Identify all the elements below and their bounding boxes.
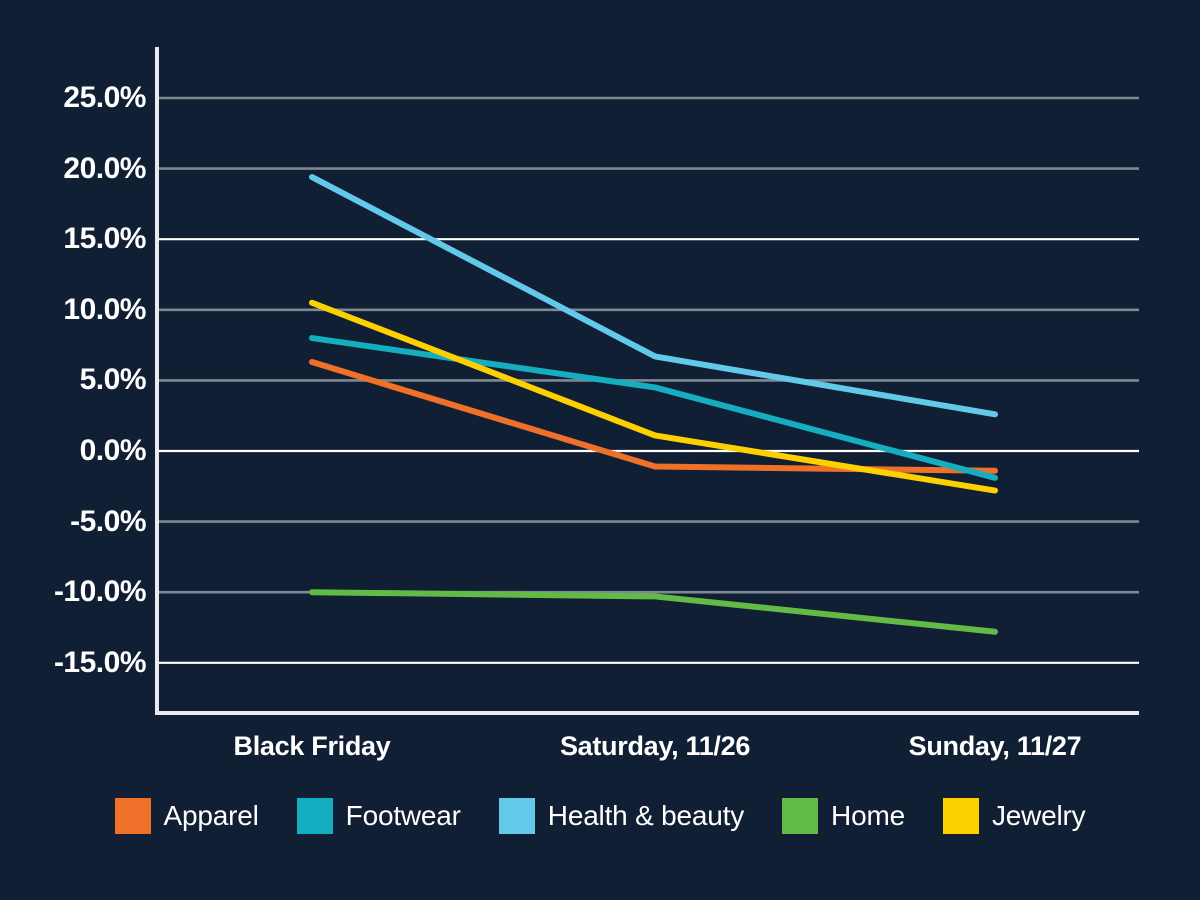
legend-label: Home	[831, 800, 905, 831]
y-axis-tick-label: 25.0%	[63, 81, 146, 114]
legend-swatch-icon	[942, 798, 979, 834]
legend-swatch-icon	[498, 798, 535, 834]
legend-item[interactable]: Health & beauty	[498, 798, 745, 834]
legend-swatch-icon	[114, 798, 151, 834]
y-axis-tick-label: 20.0%	[63, 151, 146, 185]
legend-label: Apparel	[163, 800, 259, 831]
y-axis-tick-label: 0.0%	[79, 434, 147, 467]
y-axis-tick-label: -5.0%	[70, 504, 146, 538]
gridlines	[159, 96, 1139, 664]
series-line-footwear	[309, 335, 998, 481]
series-line-health-beauty	[309, 174, 998, 418]
legend-item[interactable]: Home	[782, 798, 905, 834]
x-axis-tick-label-3: Sunday, 11/27	[908, 731, 1082, 761]
chart-plot-area	[155, 47, 1139, 715]
chart-root: 25.0% 20.0% 15.0% 10.0% 5.0% 0.0% -5.0% -10.0% -…	[0, 0, 1200, 900]
y-axis-tick-label: 5.0%	[79, 363, 147, 397]
series-line-home	[309, 589, 998, 635]
legend-label: Footwear	[345, 800, 461, 831]
legend-item[interactable]: Apparel	[114, 798, 259, 834]
series-line-apparel	[309, 359, 998, 474]
legend-swatch-icon	[296, 798, 333, 834]
chart-legend: Apparel Footwear Health & beauty Home Jewelr…	[0, 798, 1200, 834]
y-axis-tick-label: 10.0%	[63, 292, 146, 326]
legend-label: Jewelry	[991, 800, 1086, 831]
y-axis-tick-label: -10.0%	[53, 575, 147, 609]
legend-swatch-icon	[782, 798, 819, 834]
y-axis-tick-label: 15.0%	[63, 222, 146, 256]
y-axis-tick-label: -15.0%	[53, 645, 147, 679]
x-axis-tick-label-2: Saturday, 11/26	[559, 731, 751, 761]
legend-item[interactable]: Footwear	[296, 798, 461, 834]
legend-label: Health & beauty	[547, 800, 745, 831]
data-series	[309, 174, 998, 635]
y-axis-tick-labels: 25.0% 20.0% 15.0% 10.0% 5.0% 0.0% -5.0% -10.0% -…	[0, 0, 147, 900]
legend-item[interactable]: Jewelry	[942, 798, 1086, 834]
x-axis-tick-label-1: Black Friday	[233, 731, 391, 761]
